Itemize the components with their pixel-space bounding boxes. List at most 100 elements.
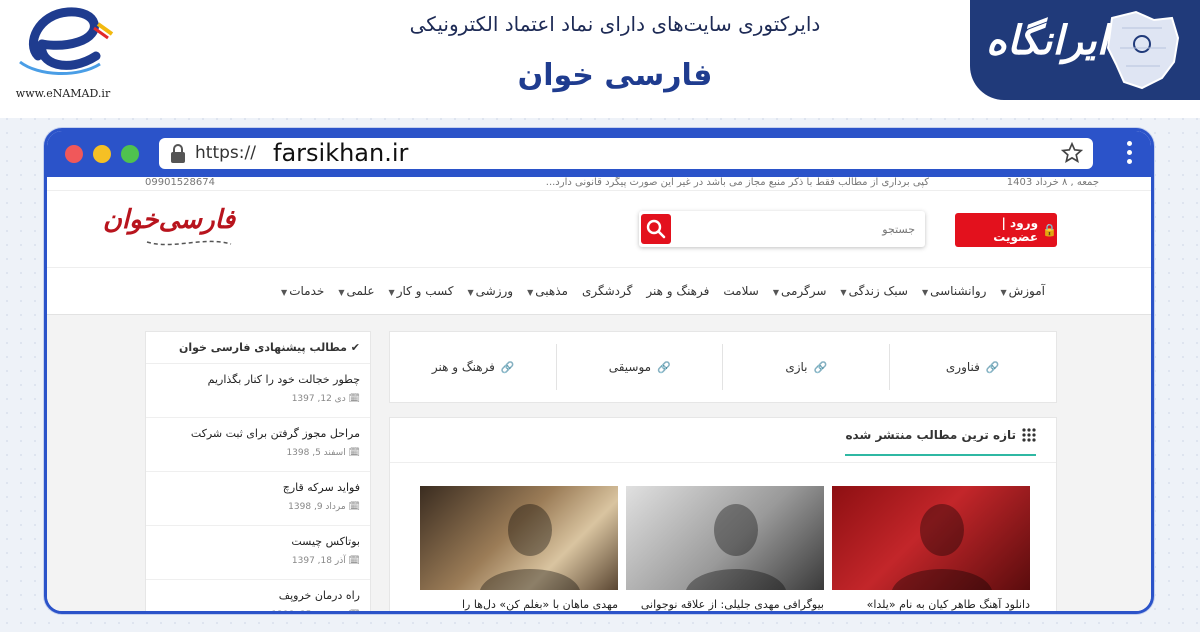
chevron-down-icon: ▼: [338, 288, 345, 297]
search-box: [639, 211, 925, 247]
suggested-post-item[interactable]: چطور خجالت خود را کنار بگذاریم 🗓 دی 12, 1…: [146, 364, 370, 418]
site-logo-text: فارسی‌خوان: [102, 205, 235, 235]
login-label: ورود | عضویت: [993, 216, 1039, 244]
category-link[interactable]: 🔗 بازی: [723, 332, 890, 402]
search-icon: [646, 219, 666, 239]
suggested-post-date: 🗓 فروردین 25, 1398: [146, 610, 360, 611]
link-icon: 🔗: [500, 360, 515, 374]
chevron-down-icon: ▼: [840, 288, 847, 297]
latest-posts-title: تازه ترین مطالب منتشر شده: [845, 428, 1036, 456]
checkmark-icon: ✔: [350, 341, 360, 354]
nav-item[interactable]: ورزشی▼: [468, 284, 514, 298]
topbar-date: جمعه , ۸ خرداد 1403: [1006, 177, 1099, 188]
category-shortcuts: 🔗 فناوری 🔗 بازی 🔗 موسیقی 🔗 فرهنگ و هنر: [389, 331, 1057, 403]
chevron-down-icon: ▼: [1000, 288, 1007, 297]
enamad-logo[interactable]: www.eNAMAD.ir: [8, 4, 118, 100]
post-card[interactable]: مهدی ماهان با «بغلم کن» دل‌ها را: [420, 486, 618, 611]
nav-item[interactable]: آموزش▼: [1000, 284, 1045, 298]
section-divider: [390, 462, 1056, 463]
suggested-post-item[interactable]: فواید سرکه قارچ 🗓 مرداد 9, 1398: [146, 472, 370, 526]
logo-underline-icon: [146, 240, 232, 246]
site-topbar: جمعه , ۸ خرداد 1403 کپی برداری از مطالب …: [47, 177, 1151, 191]
chevron-down-icon: ▼: [921, 288, 929, 297]
nav-item[interactable]: خدمات▼: [281, 284, 324, 298]
topbar-copyright-notice: کپی برداری از مطالب فقط با ذکر منبع مجاز…: [545, 177, 929, 188]
grid-dots-icon: [1022, 428, 1036, 442]
nav-item[interactable]: کسب و کار▼: [389, 284, 454, 298]
topbar-phone[interactable]: 09901528674: [145, 177, 215, 188]
suggested-post-item[interactable]: بوتاکس چیست 🗓 آذر 18, 1397: [146, 526, 370, 580]
browser-menu-icon[interactable]: [1125, 141, 1133, 167]
iran-map-icon: [1106, 10, 1180, 90]
category-link[interactable]: 🔗 موسیقی: [557, 332, 724, 402]
post-caption: بیوگرافی مهدی جلیلی: از علاقه نوجوانی: [640, 598, 824, 611]
directory-title: دایرکتوری سایت‌های دارای نماد اعتماد الک…: [409, 12, 821, 36]
chevron-down-icon: ▼: [281, 288, 288, 297]
suggested-post-date: 🗓 دی 12, 1397: [291, 394, 360, 404]
nav-item[interactable]: گردشگری: [582, 284, 632, 298]
chevron-down-icon: ▼: [527, 288, 534, 297]
suggested-post-date: 🗓 آذر 18, 1397: [291, 556, 360, 566]
latest-posts-cards: دانلود آهنگ طاهر کیان به نام «یلدا» بیوگر…: [420, 486, 1030, 611]
main-navigation: آموزش▼ روانشناسی▼ سبک زندگی▼ سرگرمی▼ سلامت فر…: [47, 267, 1151, 315]
suggested-post-title: مراحل مجوز گرفتن برای ثبت شرکت: [190, 427, 360, 440]
maximize-window-icon[interactable]: [121, 145, 139, 163]
post-thumbnail[interactable]: [832, 486, 1030, 590]
minimize-window-icon[interactable]: [93, 145, 111, 163]
search-button[interactable]: [641, 214, 671, 244]
link-icon: 🔗: [657, 360, 671, 374]
irangah-brand-panel[interactable]: ایرانگاه: [970, 0, 1200, 100]
nav-menu: آموزش▼ روانشناسی▼ سبک زندگی▼ سرگرمی▼ سلامت فر…: [281, 284, 1045, 298]
browser-window: https:// farsikhan.ir جمعه , ۸ خرداد 140…: [44, 128, 1154, 614]
post-caption: مهدی ماهان با «بغلم کن» دل‌ها را: [461, 598, 618, 611]
category-link[interactable]: 🔗 فرهنگ و هنر: [390, 332, 557, 402]
close-window-icon[interactable]: [65, 145, 83, 163]
suggested-post-title: چطور خجالت خود را کنار بگذاریم: [207, 373, 360, 386]
site-header: 🔒 ورود | عضویت فارسی‌خوان: [47, 191, 1151, 267]
site-logo[interactable]: فارسی‌خوان: [102, 205, 235, 263]
browser-toolbar: https:// farsikhan.ir: [47, 131, 1151, 177]
nav-item[interactable]: سبک زندگی▼: [840, 284, 908, 298]
enamad-e-icon: [19, 7, 114, 75]
suggested-post-title: راه درمان خروپف: [278, 589, 360, 602]
suggested-post-date: 🗓 مرداد 9, 1398: [288, 502, 360, 512]
irangah-logo-text: ایرانگاه: [986, 18, 1109, 64]
suggested-posts-widget: ✔ مطالب پیشنهادی فارسی خوان چطور خجالت خ…: [145, 331, 371, 611]
bookmark-star-icon[interactable]: [1061, 142, 1083, 164]
address-bar[interactable]: https:// farsikhan.ir: [159, 138, 1093, 169]
nav-item[interactable]: سرگرمی▼: [773, 284, 827, 298]
link-icon: 🔗: [985, 360, 1000, 374]
post-thumbnail[interactable]: [626, 486, 824, 590]
chevron-down-icon: ▼: [388, 288, 395, 297]
category-link[interactable]: 🔗 فناوری: [890, 332, 1057, 402]
website-viewport: جمعه , ۸ خرداد 1403 کپی برداری از مطالب …: [47, 177, 1151, 611]
post-card[interactable]: بیوگرافی مهدی جلیلی: از علاقه نوجوانی: [626, 486, 824, 611]
nav-item[interactable]: فرهنگ و هنر: [646, 284, 709, 298]
url-protocol: https://: [195, 143, 256, 163]
suggested-posts-title: ✔ مطالب پیشنهادی فارسی خوان: [146, 332, 370, 364]
login-register-button[interactable]: 🔒 ورود | عضویت: [955, 213, 1057, 247]
nav-item[interactable]: مذهبی▼: [527, 284, 568, 298]
link-icon: 🔗: [813, 360, 828, 374]
post-thumbnail[interactable]: [420, 486, 618, 590]
suggested-post-date: 🗓 اسفند 5, 1398: [286, 448, 360, 458]
chevron-down-icon: ▼: [772, 288, 779, 297]
nav-item[interactable]: روانشناسی▼: [922, 284, 986, 298]
enamad-banner: www.eNAMAD.ir دایرکتوری سایت‌های دارای ن…: [0, 0, 1200, 118]
url-domain: farsikhan.ir: [273, 139, 409, 167]
search-input[interactable]: [673, 211, 925, 247]
site-name-title: فارسی خوان: [517, 58, 713, 93]
post-caption: دانلود آهنگ طاهر کیان به نام «یلدا»: [866, 598, 1030, 611]
suggested-post-title: فواید سرکه قارچ: [282, 481, 360, 494]
suggested-post-title: بوتاکس چیست: [291, 535, 360, 548]
nav-item[interactable]: علمی▼: [338, 284, 374, 298]
enamad-url: www.eNAMAD.ir: [15, 87, 111, 100]
lock-icon: [171, 144, 185, 163]
lock-small-icon: 🔒: [1042, 223, 1057, 237]
nav-item[interactable]: سلامت: [723, 284, 758, 298]
suggested-post-item[interactable]: مراحل مجوز گرفتن برای ثبت شرکت 🗓 اسفند 5,…: [146, 418, 370, 472]
latest-posts-section: تازه ترین مطالب منتشر شده دانلود آهنگ طا…: [389, 417, 1057, 611]
chevron-down-icon: ▼: [467, 288, 474, 297]
post-card[interactable]: دانلود آهنگ طاهر کیان به نام «یلدا»: [832, 486, 1030, 611]
suggested-post-item[interactable]: راه درمان خروپف 🗓 فروردین 25, 1398: [146, 580, 370, 611]
